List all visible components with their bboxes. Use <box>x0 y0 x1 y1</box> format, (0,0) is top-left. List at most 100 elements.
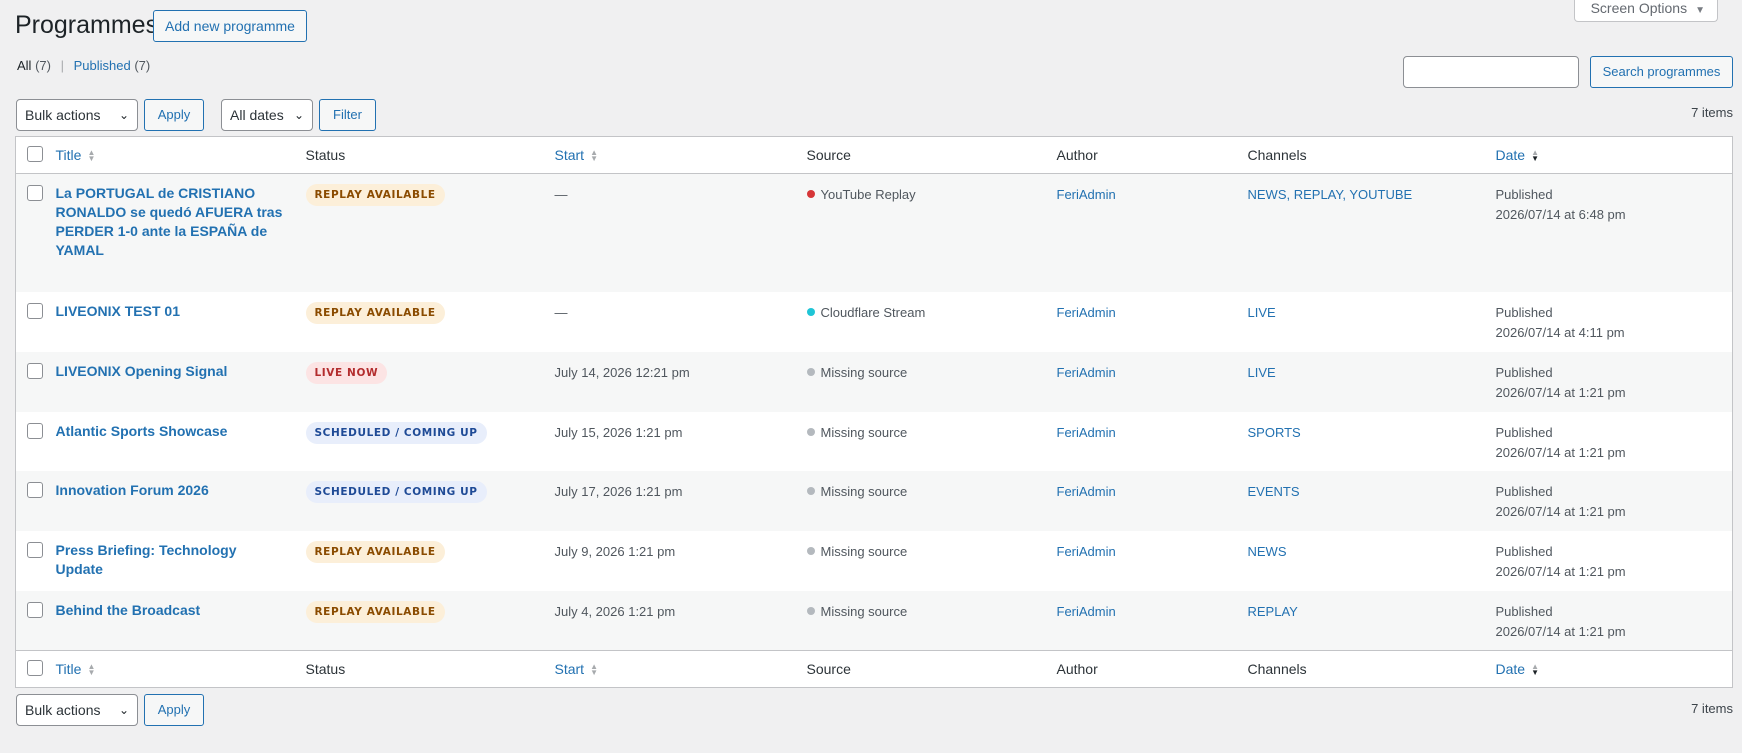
programme-title-link[interactable]: Press Briefing: Technology Update <box>56 531 306 579</box>
row-checkbox[interactable] <box>27 185 43 201</box>
column-date[interactable]: Date ▲ ▼ <box>1495 136 1733 174</box>
column-channels: Channels <box>1247 136 1496 174</box>
source-status-dot <box>806 367 815 376</box>
author-link[interactable]: FeriAdmin <box>1057 305 1116 320</box>
date-cell: Published 2026/07/14 at 1:21 pm <box>1496 531 1733 591</box>
programme-title-link[interactable]: Innovation Forum 2026 <box>56 471 306 500</box>
column-title-label[interactable]: Title <box>56 661 82 677</box>
author-link[interactable]: FeriAdmin <box>1057 544 1116 559</box>
items-count-top: 7 items <box>1691 105 1733 120</box>
channels-links[interactable]: NEWS, REPLAY, YOUTUBE <box>1248 187 1413 202</box>
channels-links[interactable]: NEWS <box>1248 544 1287 559</box>
status-badge: REPLAY AVAILABLE <box>305 540 445 563</box>
apply-button-top[interactable]: Apply <box>144 99 204 131</box>
date-cell: Published 2026/07/14 at 6:48 pm <box>1496 174 1733 292</box>
column-date-label[interactable]: Date <box>1496 661 1526 677</box>
author-link[interactable]: FeriAdmin <box>1057 604 1116 619</box>
author-link[interactable]: FeriAdmin <box>1057 484 1116 499</box>
column-title[interactable]: Title ▲ ▼ <box>55 136 306 174</box>
channels-links[interactable]: SPORTS <box>1248 425 1301 440</box>
row-checkbox[interactable] <box>27 422 43 439</box>
search-input[interactable] <box>1403 56 1579 88</box>
source-label: Missing source <box>820 543 908 559</box>
caret-down-icon: ▼ <box>1695 5 1705 16</box>
author-link[interactable]: FeriAdmin <box>1057 425 1116 440</box>
dates-filter-select[interactable]: All dates ⌄ <box>221 99 313 131</box>
screen-options-toggle[interactable]: Screen Options ▼ <box>1573 0 1718 22</box>
row-checkbox[interactable] <box>27 601 43 618</box>
select-all-cell <box>15 650 56 688</box>
sort-icon: ▲ ▼ <box>87 148 96 164</box>
date-cell: Published 2026/07/14 at 4:11 pm <box>1496 292 1733 352</box>
channels-links[interactable]: EVENTS <box>1248 484 1300 499</box>
filter-button[interactable]: Filter <box>319 99 376 131</box>
source-label: Missing source <box>820 483 908 499</box>
apply-button-bottom[interactable]: Apply <box>144 694 204 726</box>
bulk-actions-select-bottom[interactable]: Bulk actions ⌄ <box>16 694 138 726</box>
column-start[interactable]: Start ▲ ▼ <box>554 650 807 688</box>
programme-title-link[interactable]: LIVEONIX Opening Signal <box>56 352 306 381</box>
status-cell: LIVE NOW <box>305 352 555 412</box>
status-cell: REPLAY AVAILABLE <box>305 174 555 292</box>
date-value: 2026/07/14 at 1:21 pm <box>1495 384 1626 400</box>
source-cell: Missing source <box>806 591 1057 651</box>
author-link[interactable]: FeriAdmin <box>1057 187 1116 202</box>
date-value: 2026/07/14 at 6:48 pm <box>1495 207 1626 222</box>
column-start[interactable]: Start ▲ ▼ <box>554 136 807 174</box>
row-checkbox[interactable] <box>27 302 43 319</box>
source-status-dot <box>806 486 815 495</box>
date-cell: Published 2026/07/14 at 1:21 pm <box>1496 591 1733 651</box>
row-checkbox[interactable] <box>27 541 43 558</box>
date-status: Published <box>1495 543 1553 559</box>
search-programmes-button[interactable]: Search programmes <box>1590 56 1733 88</box>
select-all-checkbox-bottom[interactable] <box>27 659 43 676</box>
add-new-programme-button[interactable]: Add new programme <box>153 10 307 42</box>
source-status-dot <box>806 546 815 555</box>
start-value: — <box>554 187 568 202</box>
programme-title-link[interactable]: Behind the Broadcast <box>56 591 306 620</box>
column-title-label[interactable]: Title <box>56 147 82 163</box>
sort-desc-icon: ▲ ▼ <box>1531 148 1539 164</box>
column-date[interactable]: Date ▲ ▼ <box>1495 650 1733 688</box>
source-status-dot <box>806 427 815 436</box>
start-value: July 15, 2026 1:21 pm <box>554 424 683 440</box>
column-start-label[interactable]: Start <box>555 147 585 163</box>
table-row: La PORTUGAL de CRISTIANO RONALDO se qued… <box>15 173 1733 292</box>
date-status: Published <box>1495 424 1553 440</box>
date-status: Published <box>1495 187 1553 202</box>
channels-links[interactable]: LIVE <box>1248 305 1276 320</box>
sort-icon: ▲ ▼ <box>87 662 96 678</box>
select-all-checkbox[interactable] <box>27 145 43 162</box>
author-link[interactable]: FeriAdmin <box>1057 365 1116 380</box>
author-cell: FeriAdmin <box>1057 174 1248 292</box>
date-cell: Published 2026/07/14 at 1:21 pm <box>1496 352 1733 412</box>
row-checkbox[interactable] <box>27 362 43 379</box>
column-date-label[interactable]: Date <box>1496 147 1526 163</box>
bulk-actions-select-top[interactable]: Bulk actions ⌄ <box>16 99 138 131</box>
source-label: Missing source <box>820 364 908 380</box>
view-all-link[interactable]: All <box>17 58 31 73</box>
channels-links[interactable]: REPLAY <box>1248 604 1298 619</box>
column-source: Source <box>806 650 1057 688</box>
channels-links[interactable]: LIVE <box>1248 365 1276 380</box>
row-checkbox[interactable] <box>27 481 43 498</box>
column-title[interactable]: Title ▲ ▼ <box>55 650 306 688</box>
programme-title-link[interactable]: La PORTUGAL de CRISTIANO RONALDO se qued… <box>56 174 306 260</box>
status-badge: REPLAY AVAILABLE <box>305 600 445 623</box>
view-published-link[interactable]: Published <box>74 58 131 73</box>
programme-title-link[interactable]: LIVEONIX TEST 01 <box>56 292 306 321</box>
table-footer-row: Title ▲ ▼ Status Start ▲ ▼ Source Author Cha… <box>15 650 1733 688</box>
column-start-label[interactable]: Start <box>555 661 585 677</box>
column-author: Author <box>1056 650 1248 688</box>
source-label: YouTube Replay <box>820 187 916 202</box>
table-row: Behind the Broadcast REPLAY AVAILABLE July… <box>15 590 1733 651</box>
date-status: Published <box>1495 364 1553 380</box>
status-cell: SCHEDULED / COMING UP <box>305 471 555 531</box>
items-count-bottom: 7 items <box>1691 701 1733 716</box>
source-cell: Missing source <box>806 531 1057 591</box>
programme-title-link[interactable]: Atlantic Sports Showcase <box>56 412 306 441</box>
start-value: — <box>554 304 568 320</box>
date-value: 2026/07/14 at 4:11 pm <box>1495 324 1625 340</box>
source-cell: YouTube Replay <box>806 174 1057 292</box>
row-select-cell <box>16 292 56 352</box>
